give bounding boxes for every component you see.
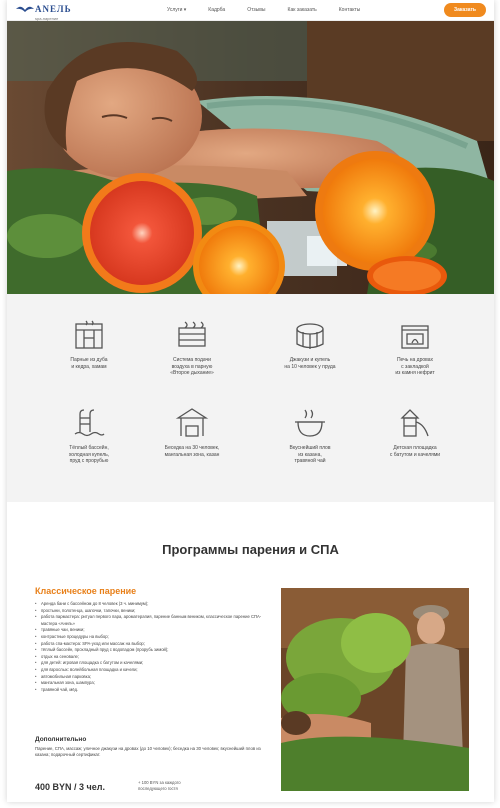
feature-label: Беседка на 30 человек, мангальная зона, …: [164, 445, 220, 458]
program-photo: [281, 588, 469, 791]
nav-item-contacts[interactable]: Контакты: [339, 7, 361, 13]
feature-sauna: Парные из дуба и кедра, хамам: [29, 318, 149, 370]
feature-pool: Тёплый бассейн, холодная купель, пруд с …: [29, 406, 149, 465]
logo-text: ANЕЛЬ: [35, 4, 72, 14]
order-button[interactable]: Заказать: [444, 3, 486, 17]
main-nav: Услуги ▾ Кадрба Отзывы Как заказать Конт…: [167, 7, 360, 13]
list-item: контрастные процедуры на выбор;: [35, 634, 275, 641]
playground-icon: [400, 409, 429, 437]
nav-item-how-to-order[interactable]: Как заказать: [288, 7, 317, 13]
logo-wings-icon: [16, 6, 34, 12]
list-item: для детей: игровая площадка с батутом и …: [35, 660, 275, 667]
sauna-icon: [75, 320, 103, 349]
price-note: + 100 BYN за каждого последующего гостя: [138, 780, 181, 791]
feature-label: Джакузи и купель на 10 человек у пруда: [284, 357, 336, 370]
hot-tub-icon: [296, 323, 324, 349]
nav-item-reviews[interactable]: Отзывы: [247, 7, 265, 13]
site-header: ANЕЛЬ spa-парение Услуги ▾ Кадрба Отзывы…: [7, 0, 494, 21]
list-item: тёплый бассейн, прохладный пруд с водопа…: [35, 647, 275, 654]
air-system-icon: [178, 321, 206, 347]
list-item: для взрослых: волейбольная площадка и ка…: [35, 667, 275, 674]
logo[interactable]: ANЕЛЬ spa-парение: [15, 0, 115, 21]
gazebo-icon: [175, 408, 209, 437]
program-title: Классическое парение: [35, 586, 137, 596]
list-item: Аренда бани с бассейном до 8 человек (3 …: [35, 601, 275, 608]
list-item: травяные чаи, веники;: [35, 627, 275, 634]
list-item: работа спа-мастера: SPA-уход или массаж …: [35, 641, 275, 648]
section-title: Программы парения и СПА: [162, 542, 339, 557]
programs-section: Программы парения и СПА Классическое пар…: [7, 502, 494, 802]
feature-air-system: Система подачи воздуха в парную «Второе …: [132, 318, 252, 377]
features-section: Парные из дуба и кедра, хамам Система по…: [7, 294, 494, 502]
feature-cauldron: Вкуснейший плов из казана, травяной чай: [250, 406, 370, 465]
hero-illustration: [7, 21, 494, 294]
feature-playground: Детская площадка с батутом и качелями: [355, 406, 475, 458]
program-items-list: Аренда бани с бассейном до 8 человек (3 …: [35, 601, 275, 693]
page-frame: ANЕЛЬ spa-парение Услуги ▾ Кадрба Отзывы…: [7, 0, 494, 802]
feature-label: Тёплый бассейн, холодная купель, пруд с …: [68, 445, 110, 464]
feature-label: Детская площадка с батутом и качелями: [389, 445, 441, 458]
feature-label: Парные из дуба и кедра, хамам: [70, 357, 108, 370]
feature-label: Вкуснейший плов из казана, травяной чай: [289, 445, 331, 464]
feature-label: Система подачи воздуха в парную «Второе …: [170, 357, 214, 376]
extras-title: Дополнительно: [35, 736, 87, 743]
feature-label: Печь на дровах с закладкой из камня нефр…: [395, 357, 435, 376]
program-illustration: [281, 588, 469, 791]
list-item: отдых на сеновале;: [35, 654, 275, 661]
feature-gazebo: Беседка на 30 человек, мангальная зона, …: [132, 406, 252, 458]
list-item: автомобильная парковка;: [35, 674, 275, 681]
cauldron-icon: [295, 409, 325, 437]
list-item: травяной чай, мёд.: [35, 687, 275, 694]
stove-icon: [401, 325, 429, 349]
list-item: мангальная зона, шампура;: [35, 680, 275, 687]
price: 400 BYN / 3 чел.: [35, 782, 105, 792]
hero-photo: [7, 21, 494, 294]
feature-stove: Печь на дровах с закладкой из камня нефр…: [355, 318, 475, 377]
feature-hot-tub: Джакузи и купель на 10 человек у пруда: [250, 318, 370, 370]
list-item: работа пармастера: ритуал первого пара, …: [35, 614, 275, 627]
pool-icon: [74, 409, 105, 437]
nav-item-2[interactable]: Кадрба: [208, 7, 225, 13]
extras-text: Парение, СПА, массаж; уличное джакузи на…: [35, 746, 261, 758]
list-item: простыни, полотенца, шапочки, тапочки, в…: [35, 608, 275, 615]
nav-item-services[interactable]: Услуги ▾: [167, 7, 186, 13]
